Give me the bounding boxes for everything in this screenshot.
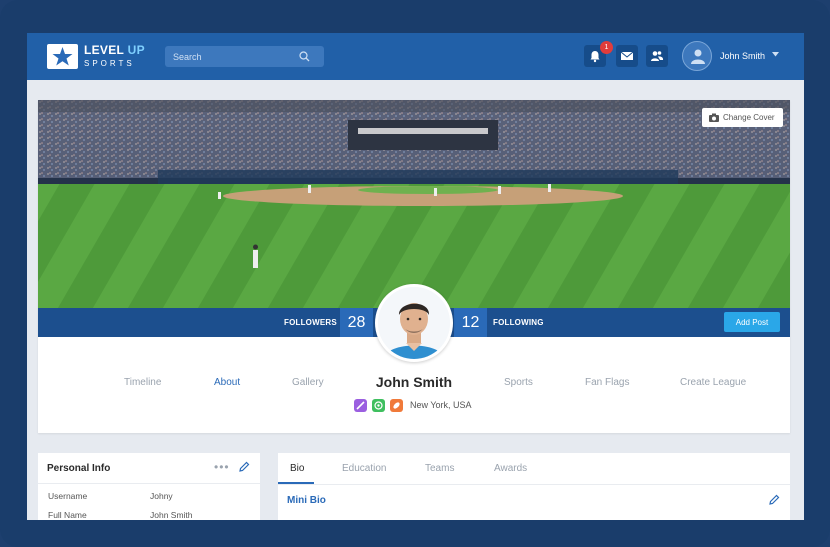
info-value-full-name: John Smith <box>150 510 193 520</box>
profile-photo-icon <box>378 287 450 359</box>
users-icon <box>651 51 664 61</box>
personal-info-title: Personal Info <box>47 463 111 474</box>
logo-icon[interactable] <box>47 44 78 69</box>
brand-name-accent: UP <box>127 43 145 57</box>
user-icon <box>691 49 705 64</box>
tab-awards[interactable]: Awards <box>494 463 527 474</box>
divider <box>38 483 260 484</box>
profile-avatar[interactable] <box>375 284 453 362</box>
following-label: FOLLOWING <box>493 318 544 327</box>
info-value-username: Johny <box>150 491 173 501</box>
brand-name-main: LEVEL <box>84 43 124 57</box>
user-avatar[interactable] <box>682 41 712 71</box>
camera-icon <box>709 113 719 122</box>
profile-name: John Smith <box>375 374 453 390</box>
star-icon <box>52 47 73 66</box>
soccer-badge-icon <box>372 399 385 412</box>
info-label-full-name: Full Name <box>48 510 87 520</box>
following-count[interactable]: 12 <box>454 308 487 337</box>
brand-name: LEVEL UP <box>84 43 145 57</box>
followers-count[interactable]: 28 <box>340 308 373 337</box>
friend-requests-button[interactable] <box>646 45 668 67</box>
divider <box>278 484 790 485</box>
bell-icon <box>590 51 600 63</box>
active-tab-indicator <box>278 482 314 484</box>
followers-label: FOLLOWERS <box>284 318 337 327</box>
mini-bio-title: Mini Bio <box>287 495 326 506</box>
change-cover-button[interactable]: Change Cover <box>702 108 783 127</box>
football-badge-icon <box>390 399 403 412</box>
bat-badge-icon <box>354 399 367 412</box>
add-post-button[interactable]: Add Post <box>724 312 780 332</box>
app-screen: LEVEL UP SPORTS 1 <box>27 33 804 520</box>
search-icon[interactable] <box>299 51 310 62</box>
info-label-username: Username <box>48 491 88 501</box>
bio-card: Bio Education Teams Awards Mini Bio <box>278 453 790 520</box>
tab-teams[interactable]: Teams <box>425 463 454 474</box>
profile-location: New York, USA <box>410 400 472 410</box>
stadium-cover-illustration <box>38 100 790 308</box>
user-name[interactable]: John Smith <box>720 51 765 61</box>
messages-button[interactable] <box>616 45 638 67</box>
personal-info-card: Personal Info ••• Username Johny Full Na… <box>38 453 260 520</box>
change-cover-label: Change Cover <box>723 113 775 122</box>
tab-education[interactable]: Education <box>342 463 386 474</box>
cover-image: Change Cover <box>38 100 790 308</box>
tab-bio[interactable]: Bio <box>290 463 304 474</box>
top-navigation-bar: LEVEL UP SPORTS 1 <box>27 33 804 80</box>
profile-card: Change Cover FOLLOWERS 28 12 FOLLOWING A… <box>38 100 790 433</box>
notification-count-badge: 1 <box>600 41 613 54</box>
brand-sub: SPORTS <box>84 59 135 68</box>
envelope-icon <box>620 51 634 60</box>
chevron-down-icon[interactable] <box>772 52 779 57</box>
pencil-icon[interactable] <box>769 494 780 505</box>
pencil-icon[interactable] <box>239 461 250 472</box>
more-options-icon[interactable]: ••• <box>214 460 230 474</box>
